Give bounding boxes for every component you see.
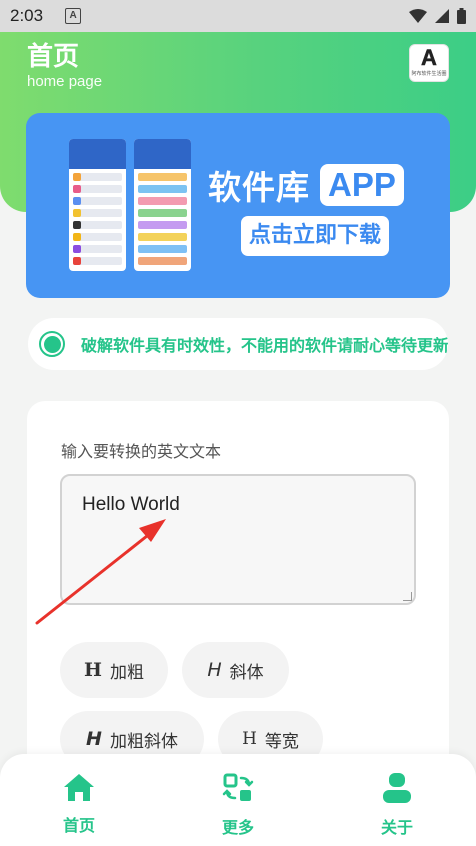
status-bar: 2:03 A [0, 0, 476, 32]
logo-caption: 阿布软件生活圈 [411, 71, 447, 77]
resize-handle-icon[interactable] [403, 592, 412, 601]
app-logo-button[interactable]: A 阿布软件生活圈 [409, 44, 449, 82]
exchange-icon [222, 773, 254, 801]
banner-title: 软件库 APP [208, 161, 404, 209]
battery-icon [457, 8, 466, 24]
download-button[interactable]: 点击立即下载 [241, 216, 390, 256]
banner-app-badge: APP [320, 164, 404, 206]
bold-button[interactable]: H 加粗 [60, 642, 168, 698]
bottom-nav: 首页 更多 关于 [0, 754, 476, 846]
page-title: 首页 [27, 42, 80, 72]
bold-italic-label: 加粗斜体 [109, 731, 178, 752]
user-icon [383, 773, 411, 803]
signal-icon [435, 9, 449, 23]
status-time: 2:03 [10, 6, 44, 25]
text-input[interactable]: Hello World [60, 474, 416, 605]
nav-about-label: 关于 [380, 818, 413, 837]
bold-italic-glyph: H [86, 728, 102, 750]
phone-mockup-left [69, 139, 126, 271]
phone-mockup-right [134, 139, 191, 271]
italic-button[interactable]: H 斜体 [182, 642, 289, 698]
bold-glyph: H [84, 659, 102, 681]
nav-more-label: 更多 [221, 818, 254, 837]
italic-glyph: H [207, 659, 222, 681]
bold-label: 加粗 [109, 662, 144, 683]
notice-bar: 破解软件具有时效性，不能用的软件请耐心等待更新 [28, 318, 448, 370]
nav-about[interactable]: 关于 [352, 772, 442, 838]
logo-letter: A [421, 45, 437, 71]
notification-icon: A [65, 8, 82, 24]
text-input-value: Hello World [82, 494, 180, 515]
nav-home[interactable]: 首页 [34, 772, 124, 836]
banner-name: 软件库 [208, 168, 310, 207]
input-label: 输入要转换的英文文本 [61, 442, 222, 461]
monospace-glyph: H [242, 729, 257, 749]
promo-banner[interactable]: 软件库 APP 点击立即下载 [26, 113, 450, 298]
home-icon [64, 774, 94, 801]
wifi-icon [409, 9, 427, 23]
page-subtitle: home page [27, 73, 103, 90]
italic-label: 斜体 [229, 662, 264, 683]
notice-dot-icon [39, 331, 65, 357]
nav-home-label: 首页 [62, 816, 95, 835]
nav-more[interactable]: 更多 [193, 772, 283, 838]
notice-text: 破解软件具有时效性，不能用的软件请耐心等待更新 [81, 336, 448, 355]
status-indicators [409, 8, 466, 24]
monospace-label: 等宽 [264, 731, 299, 752]
